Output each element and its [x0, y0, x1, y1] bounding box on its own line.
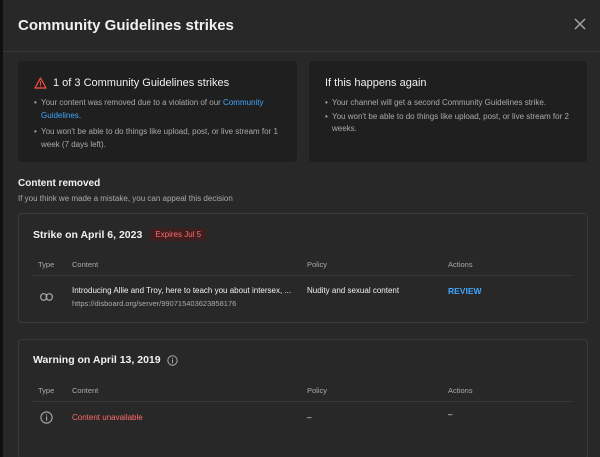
content-removed-subtitle: If you think we made a mistake, you can …	[18, 194, 233, 203]
review-button[interactable]: REVIEW	[448, 286, 482, 296]
warning-content-title: Content unavailable	[72, 413, 143, 422]
dialog-header: Community Guidelines strikes	[3, 0, 600, 52]
list-item: You won't be able to do things like uplo…	[34, 126, 285, 151]
next-strike-heading: If this happens again	[325, 77, 427, 89]
strike-summary-card: 1 of 3 Community Guidelines strikes Your…	[18, 61, 297, 162]
strike-summary-heading: 1 of 3 Community Guidelines strikes	[53, 77, 230, 89]
warning-policy: –	[307, 413, 312, 422]
table-divider	[33, 401, 573, 402]
strike-panel: Strike on April 6, 2023 Expires Jul 5 Ty…	[18, 213, 588, 323]
column-header-policy: Policy	[307, 386, 328, 395]
strikes-dialog: Community Guidelines strikes 1 of 3 Comm…	[3, 0, 600, 457]
column-header-type: Type	[38, 260, 55, 269]
strike-content-title: Introducing Allie and Troy, here to teac…	[72, 286, 292, 295]
expires-badge: Expires Jul 5	[150, 228, 207, 241]
column-header-content: Content	[72, 260, 99, 269]
column-header-actions: Actions	[448, 260, 473, 269]
dialog-title: Community Guidelines strikes	[18, 17, 234, 34]
close-button[interactable]	[573, 17, 587, 31]
warning-panel-title: Warning on April 13, 2019	[33, 354, 161, 366]
next-strike-card: If this happens again Your channel will …	[309, 61, 587, 162]
column-header-content: Content	[72, 386, 99, 395]
info-icon[interactable]	[166, 354, 178, 366]
link-icon	[40, 293, 53, 301]
list-item: You won't be able to do things like uplo…	[325, 111, 575, 136]
table-divider	[33, 275, 573, 276]
list-item: Your channel will get a second Community…	[325, 97, 575, 110]
list-item: Your content was removed due to a violat…	[34, 97, 285, 122]
column-header-type: Type	[38, 386, 55, 395]
column-header-policy: Policy	[307, 260, 328, 269]
content-removed-title: Content removed	[18, 178, 101, 189]
strike-policy: Nudity and sexual content	[307, 286, 400, 295]
warning-panel: Warning on April 13, 2019 Type Content P…	[18, 339, 588, 457]
strike-summary-list: Your content was removed due to a violat…	[34, 97, 285, 151]
dialog-body[interactable]: 1 of 3 Community Guidelines strikes Your…	[3, 53, 600, 457]
info-icon	[40, 411, 53, 424]
strike-content-url: https://disboard.org/server/990715403623…	[72, 299, 237, 308]
column-header-actions: Actions	[448, 386, 473, 395]
strike-panel-title: Strike on April 6, 2023	[33, 228, 143, 241]
warning-action: –	[448, 410, 453, 419]
close-icon	[574, 18, 586, 30]
next-strike-list: Your channel will get a second Community…	[325, 97, 575, 136]
warning-triangle-icon	[34, 77, 47, 89]
